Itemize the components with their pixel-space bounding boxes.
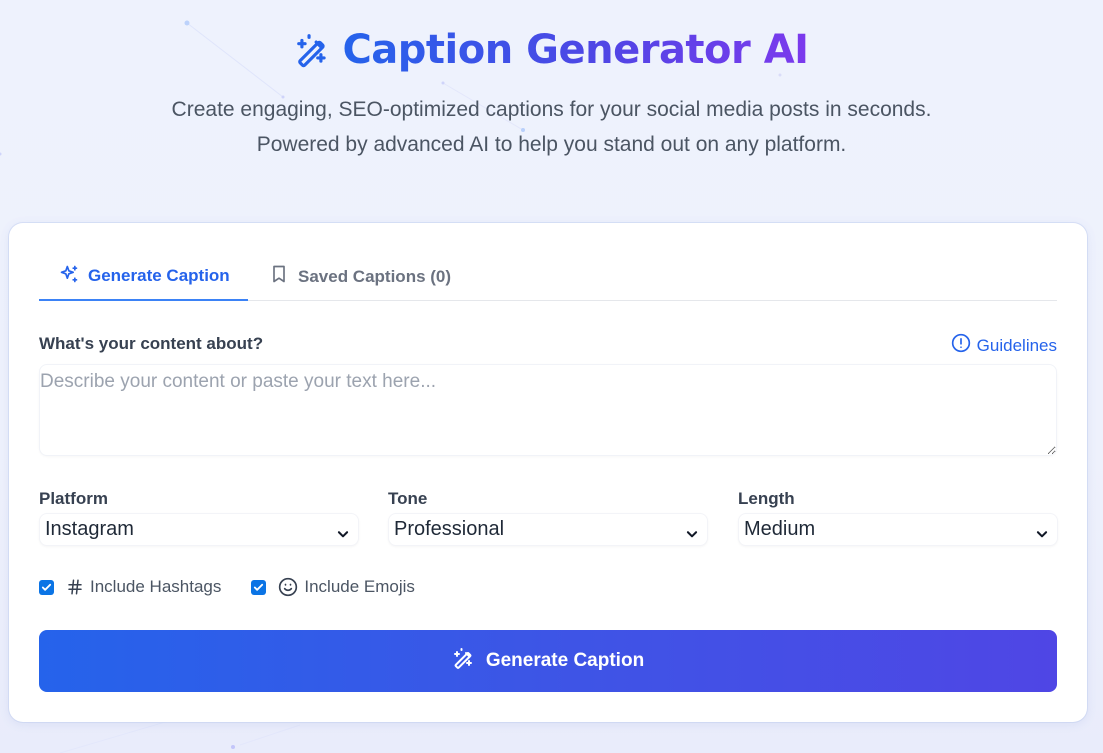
magic-wand-icon: [452, 646, 476, 676]
tab-saved-captions[interactable]: Saved Captions (0): [269, 253, 451, 300]
platform-select-box[interactable]: Instagram: [39, 513, 359, 546]
include-emojis-checkbox[interactable]: [251, 579, 267, 595]
tone-select[interactable]: Professional: [388, 513, 708, 546]
content-label: What's your content about?: [39, 334, 264, 353]
length-label: Length: [738, 489, 795, 508]
alert-circle-icon: [951, 333, 971, 358]
tab-label: Generate Caption: [88, 266, 230, 285]
length-select[interactable]: Medium: [738, 513, 1058, 546]
tone-label: Tone: [388, 489, 428, 508]
title-row: Caption Generator AI: [0, 26, 1103, 74]
length-select-box[interactable]: Medium: [738, 513, 1058, 546]
tone-select-box[interactable]: Professional: [388, 513, 708, 546]
chevron-down-icon: [336, 524, 350, 547]
hash-icon: [66, 578, 84, 596]
chevron-down-icon: [1035, 524, 1049, 547]
bookmark-icon: [269, 264, 289, 289]
page-subtitle-line-2: Powered by advanced AI to help you stand…: [256, 133, 847, 156]
platform-label: Platform: [39, 489, 108, 508]
content-textarea[interactable]: [39, 364, 1057, 456]
magic-wand-icon: [294, 31, 332, 69]
tab-label: Saved Captions (0): [298, 266, 452, 286]
tone-value: Professional: [394, 518, 505, 540]
platform-select[interactable]: Instagram: [39, 513, 359, 546]
guidelines-link[interactable]: Guidelines: [951, 333, 1057, 358]
include-emojis-option[interactable]: Include Emojis: [251, 577, 415, 597]
options-row: Include Hashtags Include Emojis: [39, 577, 445, 597]
include-hashtags-checkbox[interactable]: [39, 579, 54, 595]
chevron-down-icon: [685, 524, 699, 547]
generate-caption-button[interactable]: Generate Caption: [39, 630, 1057, 692]
platform-value: Instagram: [45, 518, 134, 540]
include-hashtags-label: Include Hashtags: [90, 577, 222, 596]
generate-caption-label: Generate Caption: [485, 650, 645, 671]
page-subtitle-line-1: Create engaging, SEO-optimized captions …: [171, 98, 932, 121]
smile-icon: [278, 577, 298, 597]
caption-generator-card: Generate Caption Saved Captions (0) What…: [9, 223, 1087, 722]
length-value: Medium: [744, 518, 816, 540]
include-hashtags-option[interactable]: Include Hashtags: [39, 577, 221, 597]
tab-generate-caption[interactable]: Generate Caption: [39, 253, 248, 301]
tab-bar: Generate Caption Saved Captions (0): [39, 253, 1057, 301]
guidelines-label: Guidelines: [976, 335, 1057, 355]
sparkles-icon: [59, 264, 79, 289]
include-emojis-label: Include Emojis: [304, 577, 415, 596]
page-title: Caption Generator AI: [342, 27, 809, 73]
